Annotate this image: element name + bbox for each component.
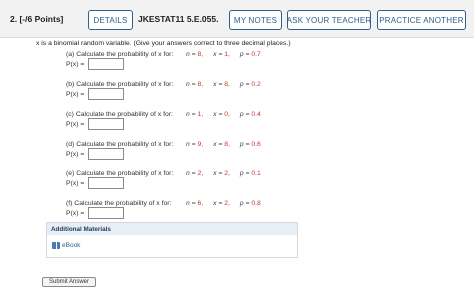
- p-value: 0.6: [251, 141, 261, 148]
- n-label: n =: [186, 200, 196, 207]
- part-params: n = 8, x = 8, p = 0.2: [186, 81, 269, 88]
- part-prompt: (c) Calculate the probability of x for:: [66, 111, 173, 118]
- x-label: x =: [213, 51, 223, 58]
- n-value: 2,: [197, 170, 204, 177]
- n-label: n =: [186, 51, 196, 58]
- answer-input[interactable]: [88, 148, 124, 160]
- answer-input[interactable]: [88, 88, 124, 100]
- part-d: (d) Calculate the probability of x for: …: [66, 141, 366, 165]
- question-header: 2. [-/6 Points] DETAILS JKESTAT11 5.E.05…: [0, 0, 474, 38]
- x-value: 8,: [224, 141, 230, 148]
- answer-label: P(x) =: [66, 210, 85, 217]
- ebook-link[interactable]: eBook: [52, 242, 80, 249]
- p-label: p =: [239, 141, 250, 148]
- answer-label: P(x) =: [66, 151, 85, 158]
- p-label: p =: [239, 200, 250, 207]
- question-number-and-points: 2. [-/6 Points]: [10, 14, 63, 24]
- x-value: 0,: [224, 111, 230, 118]
- p-value: 0.2: [251, 81, 261, 88]
- part-params: n = 2, x = 2, p = 0.1: [186, 170, 269, 177]
- n-value: 8,: [197, 81, 204, 88]
- p-label: p =: [239, 51, 250, 58]
- answer-input[interactable]: [88, 118, 124, 130]
- answer-label: P(x) =: [66, 180, 85, 187]
- answer-label: P(x) =: [66, 61, 85, 68]
- n-value: 9,: [197, 141, 204, 148]
- part-prompt: (e) Calculate the probability of x for:: [66, 170, 174, 177]
- book-icon: [52, 242, 60, 249]
- p-label: p =: [239, 111, 250, 118]
- part-f: (f) Calculate the probability of x for: …: [66, 200, 366, 224]
- answer-input[interactable]: [88, 177, 124, 189]
- ebook-label: eBook: [62, 242, 81, 249]
- question-intro: x is a binomial random variable. (Give y…: [36, 40, 291, 47]
- x-label: x =: [213, 170, 223, 177]
- n-value: 6,: [197, 200, 204, 207]
- part-params: n = 6, x = 2, p = 0.8: [186, 200, 269, 207]
- part-prompt: (a) Calculate the probability of x for:: [66, 51, 174, 58]
- x-label: x =: [213, 111, 223, 118]
- n-label: n =: [186, 81, 196, 88]
- part-prompt: (f) Calculate the probability of x for:: [66, 200, 172, 207]
- x-label: x =: [213, 141, 223, 148]
- p-value: 0.8: [251, 200, 261, 207]
- x-label: x =: [213, 200, 223, 207]
- part-a: (a) Calculate the probability of x for: …: [66, 51, 366, 75]
- part-params: n = 9, x = 8, p = 0.6: [186, 141, 269, 148]
- x-value: 1,: [224, 51, 230, 58]
- question-number: 2.: [10, 14, 18, 24]
- n-value: 8,: [197, 51, 204, 58]
- n-label: n =: [186, 170, 196, 177]
- additional-materials-panel: Additional Materials eBook: [46, 222, 298, 258]
- points: [-/6 Points]: [19, 14, 64, 24]
- submit-answer-button[interactable]: Submit Answer: [42, 277, 96, 287]
- n-label: n =: [186, 141, 196, 148]
- question-id: JKESTAT11 5.E.055.: [138, 14, 219, 24]
- details-button[interactable]: DETAILS: [88, 10, 133, 30]
- practice-another-button[interactable]: PRACTICE ANOTHER: [377, 10, 466, 30]
- answer-label: P(x) =: [66, 91, 85, 98]
- my-notes-button[interactable]: MY NOTES: [229, 10, 282, 30]
- ask-teacher-button[interactable]: ASK YOUR TEACHER: [287, 10, 371, 30]
- part-params: n = 1, x = 0, p = 0.4: [186, 111, 269, 118]
- p-label: p =: [239, 170, 250, 177]
- x-value: 8,: [224, 81, 230, 88]
- x-value: 2,: [224, 200, 230, 207]
- x-value: 2,: [224, 170, 230, 177]
- answer-input[interactable]: [88, 58, 124, 70]
- n-value: 1,: [197, 111, 204, 118]
- answer-label: P(x) =: [66, 121, 85, 128]
- x-label: x =: [213, 81, 223, 88]
- p-label: p =: [239, 81, 250, 88]
- n-label: n =: [186, 111, 196, 118]
- part-e: (e) Calculate the probability of x for: …: [66, 170, 366, 194]
- p-value: 0.1: [251, 170, 261, 177]
- part-prompt: (d) Calculate the probability of x for:: [66, 141, 174, 148]
- additional-materials-title: Additional Materials: [47, 223, 297, 235]
- p-value: 0.7: [251, 51, 261, 58]
- p-value: 0.4: [251, 111, 261, 118]
- answer-input[interactable]: [88, 207, 124, 219]
- part-params: n = 8, x = 1, p = 0.7: [186, 51, 269, 58]
- part-c: (c) Calculate the probability of x for: …: [66, 111, 366, 135]
- part-b: (b) Calculate the probability of x for: …: [66, 81, 366, 105]
- part-prompt: (b) Calculate the probability of x for:: [66, 81, 174, 88]
